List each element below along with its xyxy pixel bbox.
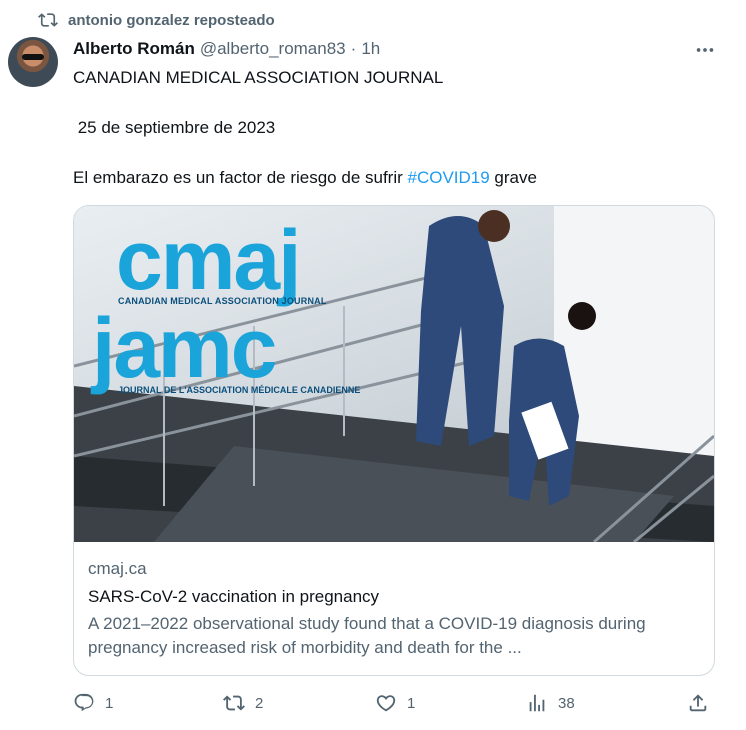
tweet-actions: 1 2 1 38 [73, 692, 715, 720]
tweet-line-3-suffix: grave [489, 168, 537, 187]
like-button[interactable]: 1 [375, 692, 415, 714]
more-icon [696, 48, 714, 52]
repost-icon [38, 13, 58, 27]
views-button[interactable]: 38 [526, 692, 575, 714]
separator: · [350, 39, 357, 58]
repost-label: antonio gonzalez reposteado [68, 11, 275, 29]
card-description: A 2021–2022 observational study found th… [88, 614, 646, 657]
share-button[interactable] [687, 692, 709, 714]
repost-button[interactable]: 2 [223, 692, 263, 714]
views-icon [529, 694, 545, 712]
views-count: 38 [558, 694, 575, 712]
tweet-line-1: CANADIAN MEDICAL ASSOCIATION JOURNAL [73, 68, 444, 87]
card-domain: cmaj.ca [88, 559, 147, 578]
card-title[interactable]: SARS-CoV-2 vaccination in pregnancy [88, 586, 700, 608]
jamc-logo: jamc [92, 301, 277, 395]
hashtag-link[interactable]: #COVID19 [408, 168, 490, 187]
reply-icon [74, 693, 94, 712]
share-icon [689, 694, 707, 712]
reply-button[interactable]: 1 [73, 692, 113, 714]
cmaj-logo: cmaj [116, 213, 301, 307]
sunglasses-icon [22, 54, 44, 60]
like-count: 1 [407, 694, 416, 712]
heart-icon [376, 695, 396, 712]
repost-count: 2 [255, 694, 264, 712]
tweet-line-3: El embarazo es un factor de riesgo de su… [73, 167, 537, 189]
repost-icon [223, 695, 245, 711]
tweet-header: Alberto Román @alberto_roman83 · 1h [73, 39, 380, 59]
reply-count: 1 [105, 694, 114, 712]
jamc-logo-subtitle: JOURNAL DE L'ASSOCIATION MÉDICALE CANADI… [118, 385, 361, 395]
tweet-line-3-prefix: El embarazo es un factor de riesgo de su… [73, 168, 408, 187]
repost-header[interactable]: antonio gonzalez reposteado [38, 10, 275, 30]
card-image[interactable]: cmaj CANADIAN MEDICAL ASSOCIATION JOURNA… [74, 206, 714, 542]
timestamp[interactable]: 1h [361, 39, 380, 59]
avatar[interactable] [8, 37, 58, 87]
card-meta: cmaj.ca SARS-CoV-2 vaccination in pregna… [74, 542, 714, 660]
more-button[interactable] [693, 38, 717, 62]
author-name[interactable]: Alberto Román [73, 39, 195, 59]
link-card[interactable]: cmaj CANADIAN MEDICAL ASSOCIATION JOURNA… [73, 205, 715, 676]
author-handle[interactable]: @alberto_roman83 [200, 39, 346, 59]
tweet-line-2: 25 de septiembre de 2023 [73, 118, 276, 137]
